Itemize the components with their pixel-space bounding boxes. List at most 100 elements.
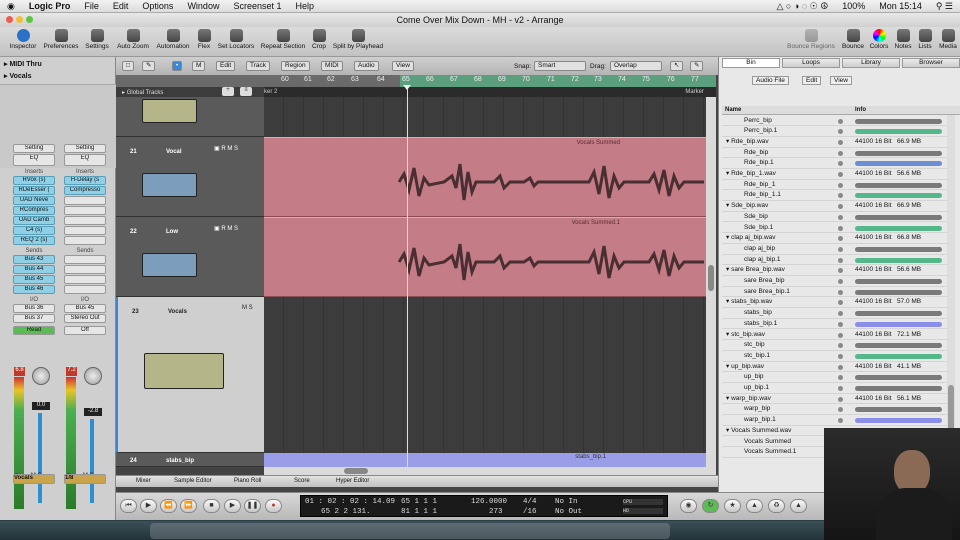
menu-edit[interactable]: Edit — [106, 1, 136, 11]
marker-label[interactable]: ker 2 — [264, 89, 277, 95]
low-latency-icon[interactable]: ◉ — [680, 499, 697, 513]
bin-region-row[interactable]: Rde_bip_1.1 — [722, 190, 947, 202]
marker-label[interactable]: Marker — [685, 89, 704, 95]
menu-view[interactable]: View — [392, 61, 414, 71]
bin-region-row[interactable]: stabs_bip.1 — [722, 319, 947, 330]
clock[interactable]: Mon 15:14 — [872, 1, 929, 11]
menu-file[interactable]: File — [77, 1, 106, 11]
track-header-23-selected[interactable]: 23 Vocals M S — [116, 297, 264, 453]
battery-label[interactable]: 100% — [835, 1, 872, 11]
tab-score[interactable]: Score — [294, 478, 310, 484]
snap-select[interactable]: Smart — [534, 61, 586, 71]
menu-region[interactable]: Region — [281, 61, 310, 71]
bin-region-row[interactable]: Rde_bip.1 — [722, 158, 947, 169]
view-menu[interactable]: View — [830, 76, 852, 85]
bin-region-row[interactable]: clap aj_bip — [722, 244, 947, 255]
track-header-24[interactable]: 24 stabs_bip — [116, 453, 264, 467]
tab-piano-roll[interactable]: Piano Roll — [234, 478, 261, 484]
insert-slot[interactable]: C4 (s) — [13, 226, 55, 235]
repeat-section-button[interactable]: Repeat Section — [258, 27, 308, 57]
track-buttons[interactable]: M S — [242, 305, 253, 311]
tab-loops[interactable]: Loops — [782, 58, 840, 68]
drag-select[interactable]: Overlap — [610, 61, 662, 71]
bin-region-row[interactable]: stc_bip — [722, 340, 947, 351]
track-name[interactable]: Vocal — [166, 149, 182, 155]
channel-name[interactable]: Vocals — [13, 474, 55, 484]
status-icons[interactable]: △ ○ ◑ ◌ ☉ ☮ — [769, 1, 835, 12]
eq-button[interactable]: EQ — [64, 154, 106, 166]
fast-forward-icon[interactable]: ⏩ — [180, 499, 197, 513]
go-to-start-icon[interactable]: ⏮ — [120, 499, 137, 513]
crop-button[interactable]: Crop — [309, 27, 329, 57]
send-slot-empty[interactable] — [64, 285, 106, 294]
track-buttons[interactable]: ▣ R M S — [214, 145, 238, 152]
menu-track[interactable]: Track — [246, 61, 271, 71]
audio-file-menu[interactable]: Audio File — [752, 76, 789, 85]
setting-button[interactable]: Setting — [64, 144, 106, 153]
bin-region-row[interactable]: sare Brea_bip — [722, 276, 947, 287]
bin-region-row[interactable]: clap aj_bip.1 — [722, 255, 947, 266]
bin-region-row[interactable]: Perrc_bip.1 — [722, 126, 947, 137]
send-slot[interactable]: Bus 43 — [13, 255, 55, 264]
edit-menu[interactable]: Edit — [802, 76, 822, 85]
preferences-button[interactable]: Preferences — [41, 27, 81, 57]
send-slot[interactable]: Bus 44 — [13, 265, 55, 274]
bin-region-row[interactable]: Perrc_bip — [722, 116, 947, 127]
insert-slot[interactable]: REQ 2 (s) — [13, 236, 55, 245]
bin-file-row[interactable]: ▾ clap aj_bip.wav 44100 16 Bit 66.8 MB — [722, 233, 947, 244]
bin-region-row[interactable]: stc_bip.1 — [722, 351, 947, 362]
send-slot-empty[interactable] — [64, 275, 106, 284]
automation-mode[interactable]: Off — [64, 326, 106, 335]
pan-knob[interactable] — [32, 367, 50, 385]
bounce-button[interactable]: Bounce — [840, 27, 866, 57]
setting-button[interactable]: Setting — [13, 144, 55, 153]
insert-slot-empty[interactable] — [64, 236, 106, 245]
insert-slot-empty[interactable] — [64, 226, 106, 235]
play-region-icon[interactable]: ▶ — [140, 499, 157, 513]
record-icon[interactable]: ● — [265, 499, 282, 513]
insert-slot[interactable]: RVox (s) — [13, 176, 55, 185]
bounce-regions-button[interactable]: Bounce Regions — [784, 27, 838, 57]
apple-menu-icon[interactable]: ◉ — [0, 1, 22, 12]
bin-file-row[interactable]: ▾ up_bip.wav 44100 16 Bit 41.1 MB — [722, 362, 947, 373]
eq-button[interactable]: EQ — [13, 154, 55, 166]
tool-icon[interactable]: ✎ — [142, 61, 156, 71]
tab-browser[interactable]: Browser — [902, 58, 960, 68]
bin-file-row[interactable]: ▾ stabs_bip.wav 44100 16 Bit 57.0 MB — [722, 297, 947, 309]
media-button[interactable]: Media — [936, 27, 960, 57]
bin-region-row[interactable]: Rde_bip — [722, 148, 947, 159]
channel-name[interactable]: 1/8 — [64, 474, 106, 484]
split-by-playhead-button[interactable]: Split by Playhead — [330, 27, 386, 57]
bin-file-row[interactable]: ▾ warp_bip.wav 44100 16 Bit 56.1 MB — [722, 394, 947, 405]
pan-knob[interactable] — [84, 367, 102, 385]
bin-region-row[interactable]: warp_bip — [722, 404, 947, 416]
output-slot[interactable]: Stereo Out — [64, 314, 106, 323]
metronome-icon[interactable]: ▲ — [790, 499, 807, 513]
input-slot[interactable]: Bus 45 — [64, 304, 106, 313]
lists-button[interactable]: Lists — [915, 27, 935, 57]
insert-slot-empty[interactable] — [64, 196, 106, 205]
set-locators-button[interactable]: Set Locators — [215, 27, 257, 57]
bin-region-row[interactable]: up_bip.1 — [722, 383, 947, 394]
pointer-tool-icon[interactable]: ↖ — [670, 61, 684, 71]
inspector-button[interactable]: Inspector — [6, 27, 40, 57]
catch-icon[interactable]: • — [172, 61, 183, 71]
insert-slot[interactable]: UAD Neve — [13, 196, 55, 205]
track-header-21[interactable]: 21 Vocal ▣ R M S — [116, 137, 264, 217]
bin-region-row[interactable]: Sde_bip — [722, 212, 947, 223]
menu-window[interactable]: Window — [180, 1, 226, 11]
menu-screenset[interactable]: Screenset 1 — [226, 1, 288, 11]
colors-button[interactable]: Colors — [867, 27, 891, 57]
bin-region-row[interactable]: sare Brea_bip.1 — [722, 287, 947, 298]
bin-file-row[interactable]: ▾ stc_bip.wav 44100 16 Bit 72.1 MB — [722, 330, 947, 341]
menu-midi[interactable]: MIDI — [321, 61, 343, 71]
insert-slot[interactable]: H-Delay (s — [64, 176, 106, 185]
bin-region-row[interactable]: warp_bip.1 — [722, 415, 947, 426]
track-name[interactable]: Vocals — [168, 309, 187, 315]
track-name[interactable]: Low — [166, 229, 178, 235]
minimize-icon[interactable] — [16, 16, 23, 23]
close-icon[interactable] — [6, 16, 13, 23]
auto-zoom-button[interactable]: Auto Zoom — [114, 27, 152, 57]
vertical-scrollbar[interactable] — [706, 97, 716, 467]
playhead-marker-icon[interactable] — [403, 85, 411, 90]
